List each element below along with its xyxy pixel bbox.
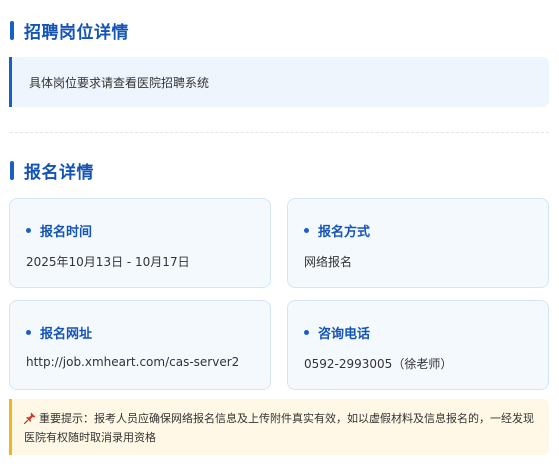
bullet-dot-icon: [26, 228, 31, 233]
signup-method-label: 报名方式: [318, 225, 371, 240]
recruitment-detail-page: 招聘岗位详情 具体岗位要求请查看医院招聘系统 报名详情 报名时间 2025年10…: [0, 0, 559, 470]
contact-phone-card: 咨询电话 0592-2993005（徐老师）: [287, 300, 549, 390]
contact-phone-label: 咨询电话: [318, 327, 371, 342]
recruit-title-text: 招聘岗位详情: [24, 22, 129, 43]
notice-text: 重要提示：报考人员应确保网络报名信息及上传附件真实有效，如以虚假材料及信息报名的…: [24, 412, 534, 444]
recruit-note-text: 具体岗位要求请查看医院招聘系统: [29, 75, 210, 90]
title-accent-bar: [10, 20, 14, 40]
card-label: 报名方式: [304, 221, 370, 240]
recruit-note: 具体岗位要求请查看医院招聘系统: [9, 57, 549, 107]
signup-title-text: 报名详情: [24, 162, 94, 183]
contact-phone-value: 0592-2993005（徐老师）: [304, 357, 453, 371]
signup-time-label: 报名时间: [40, 225, 93, 240]
important-notice: 重要提示：报考人员应确保网络报名信息及上传附件真实有效，如以虚假材料及信息报名的…: [9, 399, 549, 455]
signup-method-value: 网络报名: [304, 255, 353, 269]
signup-url-card: 报名网址 http://job.xmheart.com/cas-server2: [9, 300, 271, 390]
bullet-dot-icon: [304, 330, 309, 335]
bullet-dot-icon: [304, 228, 309, 233]
bullet-dot-icon: [26, 330, 31, 335]
card-label: 报名时间: [26, 221, 92, 240]
section-divider: [10, 132, 549, 133]
signup-url-label: 报名网址: [40, 327, 93, 342]
card-label: 报名网址: [26, 323, 92, 342]
recruit-section-title: 招聘岗位详情: [10, 19, 129, 43]
signup-time-value: 2025年10月13日 - 10月17日: [26, 255, 190, 269]
signup-method-card: 报名方式 网络报名: [287, 198, 549, 288]
signup-section-title: 报名详情: [10, 159, 94, 183]
signup-url-link[interactable]: http://job.xmheart.com/cas-server2: [26, 355, 239, 369]
title-accent-bar: [10, 160, 14, 180]
card-label: 咨询电话: [304, 323, 370, 342]
signup-time-card: 报名时间 2025年10月13日 - 10月17日: [9, 198, 271, 288]
pushpin-icon: [24, 412, 36, 424]
